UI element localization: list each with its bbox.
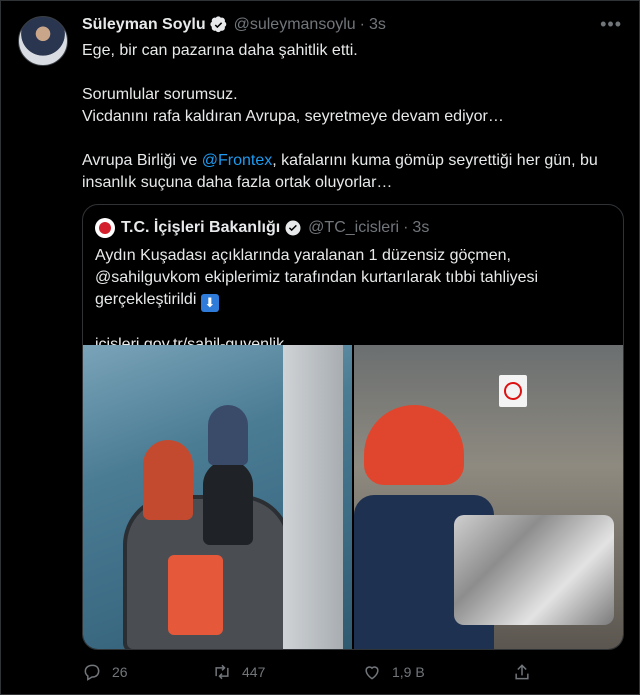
medical-evacuation-photo[interactable] — [354, 345, 623, 649]
reply-count: 26 — [112, 664, 128, 680]
heart-icon — [365, 666, 379, 680]
tweet-line-4-pre: Avrupa Birliği ve — [82, 152, 202, 169]
rescue-boat-photo[interactable] — [83, 345, 352, 649]
separator-dot: · — [359, 16, 365, 33]
quoted-text-body: Aydın Kuşadası açıklarında yaralanan 1 d… — [95, 247, 539, 308]
quoted-author-handle: @TC_icisleri — [308, 219, 400, 236]
quoted-tweet-text: Aydın Kuşadası açıklarında yaralanan 1 d… — [95, 245, 615, 356]
verified-badge-icon — [285, 220, 301, 236]
tweet-time[interactable]: 3s — [369, 16, 386, 34]
tweet-header: Süleyman Soylu @suleymansoylu · 3s — [82, 14, 386, 36]
share-icon — [515, 664, 529, 680]
mention-frontex[interactable]: @Frontex — [202, 152, 272, 169]
tweet-line-1: Ege, bir can pazarına daha şahitlik etti… — [82, 42, 358, 59]
separator-dot: · — [403, 219, 409, 236]
retweet-count: 447 — [242, 664, 266, 680]
media-grid — [83, 345, 623, 649]
retweet-button[interactable]: 447 — [212, 662, 362, 682]
quoted-tweet[interactable]: T.C. İçişleri Bakanlığı @TC_icisleri · 3… — [82, 204, 624, 650]
reply-button[interactable]: 26 — [82, 662, 212, 682]
verified-badge-icon — [209, 16, 226, 33]
tweet-line-4: Avrupa Birliği ve @Frontex, kafalarını k… — [82, 150, 612, 194]
author-name[interactable]: Süleyman Soylu — [82, 16, 206, 34]
author-avatar[interactable] — [18, 16, 68, 66]
quoted-tweet-time: 3s — [412, 219, 430, 236]
like-button[interactable]: 1,9 B — [362, 662, 512, 682]
more-options-icon[interactable]: ••• — [600, 14, 622, 35]
ministry-logo-icon — [95, 218, 115, 238]
tweet-line-3: Vicdanını rafa kaldıran Avrupa, seyretme… — [82, 108, 504, 125]
tweet-line-2: Sorumlular sorumsuz. — [82, 86, 238, 103]
reply-icon — [84, 664, 100, 681]
share-button[interactable] — [512, 662, 542, 682]
quoted-tweet-header: T.C. İçişleri Bakanlığı @TC_icisleri · 3… — [95, 217, 429, 239]
like-count: 1,9 B — [392, 664, 425, 680]
tweet-actions: 26 447 1,9 B — [82, 660, 612, 684]
author-handle[interactable]: @suleymansoylu — [234, 16, 356, 34]
quoted-author-name: T.C. İçişleri Bakanlığı — [121, 219, 281, 236]
retweet-icon — [215, 664, 229, 680]
down-arrow-icon: ⬇ — [200, 294, 219, 312]
tweet-text: Ege, bir can pazarına daha şahitlik etti… — [82, 40, 612, 194]
